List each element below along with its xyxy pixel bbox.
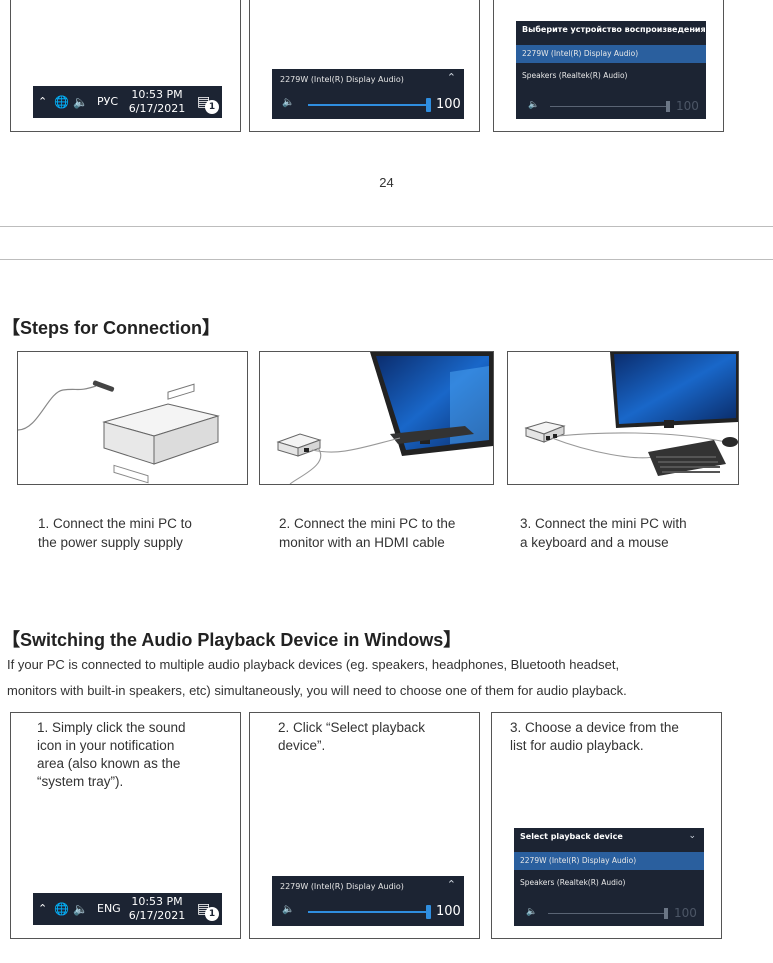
speaker-icon[interactable]: 🔈 — [282, 904, 294, 915]
audio-intro-line-1: If your PC is connected to multiple audi… — [7, 657, 620, 672]
connection-step-1: 1. Connect the mini PC to the power supp… — [38, 514, 248, 552]
chevron-up-icon[interactable]: ⌃ — [38, 86, 47, 118]
page-number: 24 — [379, 175, 394, 190]
network-globe-icon[interactable]: 🌐 — [54, 86, 69, 118]
language-indicator[interactable]: ENG — [97, 893, 121, 925]
audio-step-1-line-1: 1. Simply click the sound — [37, 720, 186, 735]
clock-date: 6/17/2021 — [128, 909, 186, 922]
audio-step-panel-1: 1. Simply click the sound icon in your n… — [10, 712, 241, 939]
clock-time: 10:53 PM — [131, 895, 183, 908]
top-panel-3: Выберите устройство воспроизведения ⌄ 22… — [493, 0, 724, 132]
divider-bottom — [0, 259, 773, 260]
illustration-keyboard — [507, 351, 739, 485]
device-list: Выберите устройство воспроизведения ⌄ 22… — [516, 21, 706, 119]
device-option-1[interactable]: 2279W (Intel(R) Display Audio) — [514, 852, 704, 870]
volume-value: 100 — [674, 906, 697, 920]
volume-slider-track[interactable] — [308, 104, 428, 106]
device-list-header: Select playback device — [520, 832, 623, 841]
audio-step-3-text: 3. Choose a device from the list for aud… — [510, 719, 720, 755]
audio-heading: 【Switching the Audio Playback Device in … — [2, 630, 462, 650]
monitor-hdmi-illustration — [276, 352, 493, 485]
speaker-icon[interactable]: 🔈 — [73, 86, 88, 118]
chevron-down-icon[interactable]: ⌄ — [690, 24, 698, 34]
taskbar: ⌃ 🌐 🔈 РУС 10:53 PM 6/17/2021 ▤ 1 — [33, 86, 222, 118]
top-panel-2: 2279W (Intel(R) Display Audio) ⌃ 🔈 100 — [249, 0, 480, 132]
device-list: Select playback device ⌄ 2279W (Intel(R)… — [514, 828, 704, 926]
volume-flyout: 2279W (Intel(R) Display Audio) ⌃ 🔈 100 — [272, 876, 464, 926]
volume-slider-knob[interactable] — [426, 98, 431, 112]
volume-value: 100 — [436, 904, 461, 919]
connection-heading: 【Steps for Connection】 — [2, 318, 221, 338]
network-globe-icon[interactable]: 🌐 — [54, 893, 69, 925]
audio-step-panel-2: 2. Click “Select playback device”. 2279W… — [249, 712, 480, 939]
clock[interactable]: 10:53 PM 6/17/2021 — [128, 895, 186, 923]
flyout-device-name[interactable]: 2279W (Intel(R) Display Audio) — [280, 882, 404, 891]
connection-step-3: 3. Connect the mini PC with a keyboard a… — [520, 514, 735, 552]
speaker-icon: 🔈 — [526, 907, 538, 917]
language-indicator[interactable]: РУС — [97, 86, 118, 118]
notification-badge: 1 — [205, 907, 219, 921]
connection-step-2: 2. Connect the mini PC to the monitor wi… — [279, 514, 494, 552]
device-option-2[interactable]: Speakers (Realtek(R) Audio) — [514, 874, 704, 892]
chevron-up-icon[interactable]: ⌃ — [38, 893, 47, 925]
volume-value: 100 — [436, 97, 461, 112]
volume-flyout: 2279W (Intel(R) Display Audio) ⌃ 🔈 100 — [272, 69, 464, 119]
volume-slider-track — [548, 913, 666, 914]
volume-slider-track[interactable] — [308, 911, 428, 913]
audio-step-3-line-2: list for audio playback. — [510, 738, 644, 753]
audio-step-2-text: 2. Click “Select playback device”. — [278, 719, 478, 755]
audio-step-1-line-3: area (also known as the — [37, 756, 181, 771]
clock[interactable]: 10:53 PM 6/17/2021 — [128, 88, 186, 116]
audio-step-panel-3: 3. Choose a device from the list for aud… — [491, 712, 722, 939]
audio-step-1-text: 1. Simply click the sound icon in your n… — [37, 719, 237, 791]
speaker-icon[interactable]: 🔈 — [73, 893, 88, 925]
audio-step-1-line-4: “system tray”). — [37, 774, 124, 789]
divider-top — [0, 226, 773, 227]
illustration-power — [17, 351, 248, 485]
speaker-icon[interactable]: 🔈 — [282, 97, 294, 108]
audio-step-1-line-2: icon in your notification — [37, 738, 175, 753]
connection-step-2-line-1: 2. Connect the mini PC to the — [279, 516, 456, 531]
connection-step-2-line-2: monitor with an HDMI cable — [279, 535, 445, 550]
audio-intro-line-2: monitors with built-in speakers, etc) si… — [7, 683, 627, 698]
volume-slider-knob — [664, 908, 668, 919]
device-option-1[interactable]: 2279W (Intel(R) Display Audio) — [516, 45, 706, 63]
chevron-up-icon[interactable]: ⌃ — [447, 878, 456, 891]
notification-badge: 1 — [205, 100, 219, 114]
volume-slider-knob[interactable] — [426, 905, 431, 919]
volume-slider-track — [550, 106, 668, 107]
top-panel-1: ⌃ 🌐 🔈 РУС 10:53 PM 6/17/2021 ▤ 1 — [10, 0, 241, 132]
device-option-2[interactable]: Speakers (Realtek(R) Audio) — [516, 67, 706, 85]
flyout-device-name[interactable]: 2279W (Intel(R) Display Audio) — [280, 75, 404, 84]
speaker-icon: 🔈 — [528, 100, 540, 110]
audio-step-2-line-1: 2. Click “Select playback — [278, 720, 426, 735]
device-list-header: Выберите устройство воспроизведения — [522, 25, 706, 34]
clock-time: 10:53 PM — [131, 88, 183, 101]
connection-step-3-line-2: a keyboard and a mouse — [520, 535, 669, 550]
connection-step-1-line-2: the power supply supply — [38, 535, 183, 550]
clock-date: 6/17/2021 — [128, 102, 186, 115]
illustration-monitor — [259, 351, 494, 485]
connection-step-1-line-1: 1. Connect the mini PC to — [38, 516, 192, 531]
audio-step-2-line-2: device”. — [278, 738, 326, 753]
chevron-up-icon[interactable]: ⌃ — [447, 71, 456, 84]
volume-slider-knob — [666, 101, 670, 112]
connection-step-3-line-1: 3. Connect the mini PC with — [520, 516, 687, 531]
mini-pc-power-illustration — [17, 380, 220, 484]
volume-value: 100 — [676, 99, 699, 113]
audio-step-3-line-1: 3. Choose a device from the — [510, 720, 679, 735]
chevron-down-icon[interactable]: ⌄ — [688, 831, 696, 841]
keyboard-mouse-illustration — [524, 352, 738, 476]
taskbar: ⌃ 🌐 🔈 ENG 10:53 PM 6/17/2021 ▤ 1 — [33, 893, 222, 925]
